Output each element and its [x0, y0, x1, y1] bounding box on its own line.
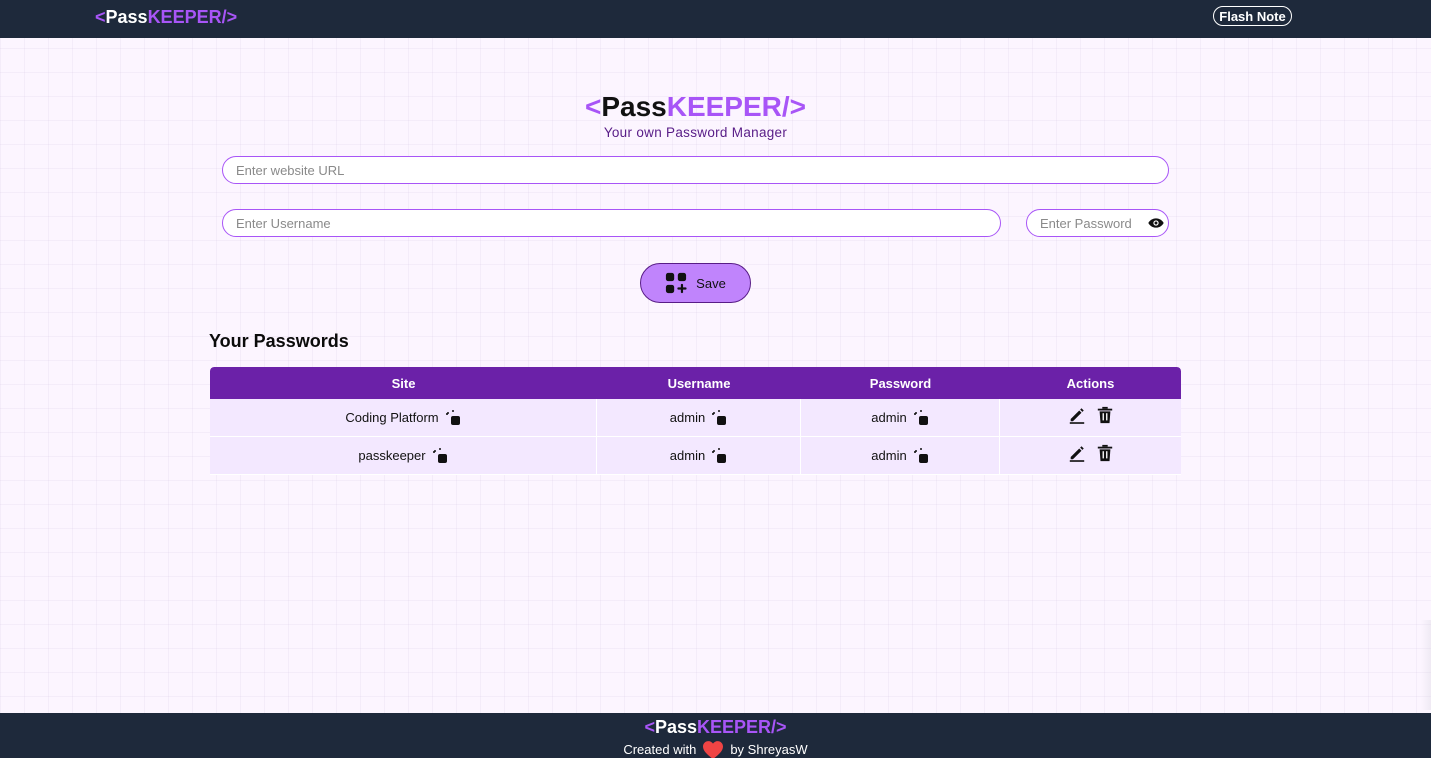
logo-lt: <: [644, 717, 655, 737]
trash-icon[interactable]: [1096, 406, 1114, 424]
table-row: passkeeper admin admin: [210, 437, 1181, 475]
footer-credit: Created with by ShreyasW: [0, 740, 1431, 758]
actions-cell: [1000, 437, 1181, 474]
username-value: admin: [669, 448, 706, 463]
passwords-table: Site Username Password Actions Coding Pl…: [210, 367, 1181, 475]
heart-icon: [703, 741, 724, 758]
logo-pass: Pass: [601, 91, 667, 122]
footer-logo: <PassKEEPER/>: [0, 717, 1431, 737]
footer: <PassKEEPER/> Created with by ShreyasW: [0, 713, 1431, 758]
username-input[interactable]: [222, 209, 1001, 237]
save-label: Save: [696, 275, 726, 291]
hero-logo: <PassKEEPER/>: [0, 90, 1391, 124]
password-cell: admin: [801, 437, 1000, 474]
logo-gt: />: [771, 717, 787, 737]
edit-icon[interactable]: [1068, 406, 1086, 424]
logo-keeper: KEEPER: [147, 7, 222, 27]
created-with-text: Created with: [623, 742, 697, 757]
logo-lt: <: [95, 7, 106, 27]
flash-note-button[interactable]: Flash Note: [1213, 6, 1292, 26]
site-value[interactable]: Coding Platform: [345, 410, 438, 425]
navbar: <PassKEEPER/> Flash Note: [0, 0, 1431, 38]
logo-keeper: KEEPER: [666, 91, 782, 122]
site-cell: Coding Platform: [210, 399, 597, 436]
website-url-input[interactable]: [222, 156, 1169, 184]
site-value[interactable]: passkeeper: [358, 448, 425, 463]
column-actions: Actions: [1066, 375, 1115, 391]
navbar-logo[interactable]: <PassKEEPER/>: [95, 7, 237, 27]
username-cell: admin: [597, 437, 801, 474]
column-site: Site: [391, 375, 416, 391]
copy-icon[interactable]: [445, 409, 461, 426]
hero-subtitle: Your own Password Manager: [603, 125, 788, 140]
logo-lt: <: [584, 91, 602, 122]
passwords-title: Your Passwords: [209, 331, 349, 351]
trash-icon[interactable]: [1096, 444, 1114, 462]
eye-icon[interactable]: [1148, 217, 1164, 229]
password-value: admin: [871, 448, 907, 463]
logo-pass: Pass: [105, 7, 148, 27]
site-cell: passkeeper: [210, 437, 597, 474]
logo-gt: />: [221, 7, 238, 27]
actions-cell: [1000, 399, 1181, 436]
password-cell: admin: [801, 399, 1000, 436]
logo-gt: />: [781, 91, 807, 122]
author-text: by ShreyasW: [730, 742, 808, 757]
copy-icon[interactable]: [711, 409, 727, 426]
table-header: Site Username Password Actions: [210, 367, 1181, 399]
password-value: admin: [871, 410, 907, 425]
copy-icon[interactable]: [432, 447, 448, 464]
column-username: Username: [667, 375, 731, 391]
column-password: Password: [869, 375, 932, 391]
edit-icon[interactable]: [1068, 444, 1086, 462]
username-cell: admin: [597, 399, 801, 436]
scroll-shadow: [1421, 620, 1431, 710]
table-row: Coding Platform admin admin: [210, 399, 1181, 437]
save-button[interactable]: Save: [640, 263, 751, 303]
copy-icon[interactable]: [913, 447, 929, 464]
copy-icon[interactable]: [913, 409, 929, 426]
logo-pass: Pass: [654, 717, 697, 737]
logo-keeper: KEEPER: [697, 717, 772, 737]
copy-icon[interactable]: [711, 447, 727, 464]
add-grid-icon: [666, 272, 687, 294]
username-value: admin: [669, 410, 706, 425]
